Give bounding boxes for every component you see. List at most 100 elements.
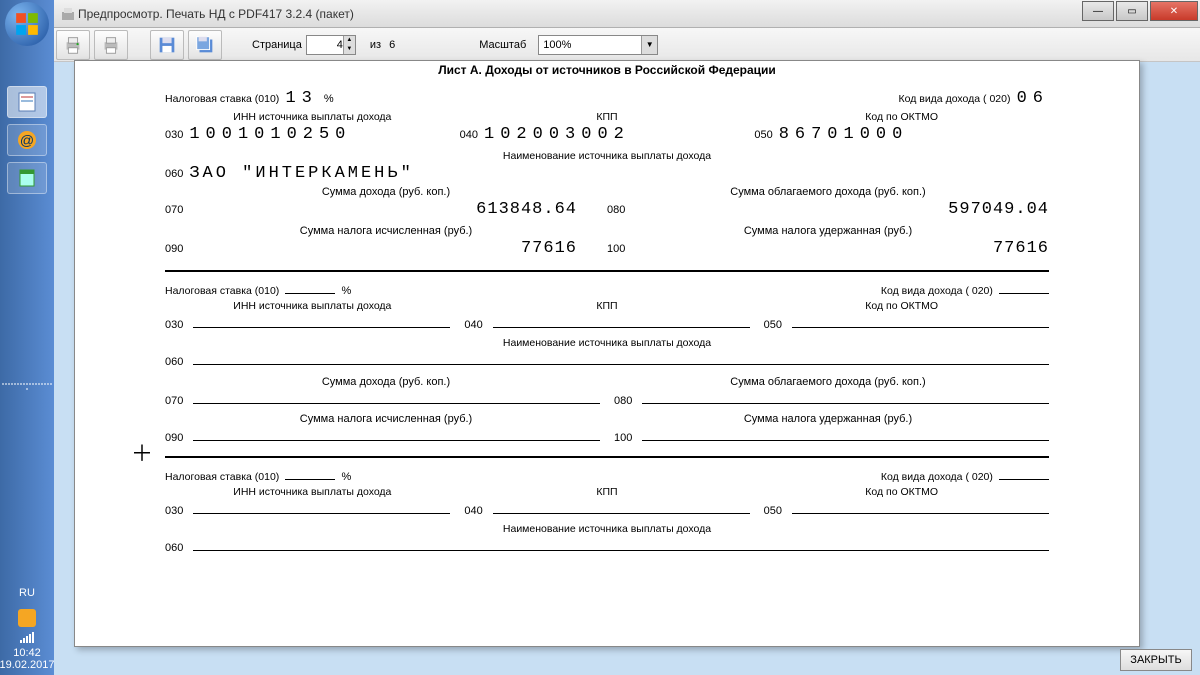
s2-blank-080 [642,390,1049,404]
quick-print-button[interactable] [94,30,128,60]
s2-blank-040 [493,314,750,328]
printer-icon [62,34,84,56]
s2-code-070: 070 [165,395,183,407]
floppy-multi-icon [194,34,216,56]
h-070: Сумма дохода (руб. коп.) [165,186,607,198]
val-070: 613848.64 [476,200,607,219]
s3-code-060: 060 [165,542,183,554]
preview-area: Лист А. Доходы от источников в Российско… [54,62,1200,675]
s3-rate-label: Налоговая ставка (010) [165,471,279,483]
s2-income-code-label: Код вида дохода ( 020) [881,285,993,297]
val-040: 102003002 [484,125,630,144]
rate-label: Налоговая ставка (010) [165,93,279,105]
val-050: 86701000 [779,125,909,144]
save-all-button[interactable] [188,30,222,60]
s2-rate-label: Налоговая ставка (010) [165,285,279,297]
sheet-title: Лист А. Доходы от источников в Российско… [165,63,1049,77]
s3-blank-030 [193,500,450,514]
s3-pct: % [341,471,351,483]
page-spin-down[interactable]: ▼ [343,45,355,54]
app-icon [60,6,76,22]
s2-code-030: 030 [165,319,183,331]
s2-blank-050 [792,314,1049,328]
s2-code-090: 090 [165,432,183,444]
chevron-down-icon[interactable]: ▼ [641,36,657,54]
income-code-value: 06 [1017,89,1049,108]
s2-rate-blank [285,282,335,294]
clock-time[interactable]: 10:42 [13,647,41,659]
task-app-3[interactable] [7,162,47,194]
code-100: 100 [607,243,625,255]
close-preview-button[interactable]: ЗАКРЫТЬ [1120,649,1192,671]
h-oktmo: Код по ОКТМО [754,111,1049,123]
floppy-icon [156,34,178,56]
task-app-1[interactable] [7,86,47,118]
s2-name-label: Наименование источника выплаты дохода [165,337,1049,349]
s2-h-090: Сумма налога исчисленная (руб.) [165,413,607,425]
code-060: 060 [165,168,183,180]
s2-code-100: 100 [614,432,632,444]
s2-h-100: Сумма налога удержанная (руб.) [607,413,1049,425]
s2-blank-060 [193,351,1049,365]
document-page: Лист А. Доходы от источников в Российско… [74,60,1140,647]
code-050: 050 [754,129,772,141]
zoom-select[interactable]: 100% ▼ [538,35,658,55]
val-090: 77616 [521,239,607,258]
svg-text:@: @ [20,132,34,148]
s2-h-070: Сумма дохода (руб. коп.) [165,376,607,388]
s2-blank-070 [193,390,600,404]
s3-blank-060 [193,537,1049,551]
at-icon: @ [15,128,39,152]
tray-icon-1[interactable] [18,609,36,627]
h-inn: ИНН источника выплаты дохода [165,111,460,123]
name-label: Наименование источника выплаты дохода [165,150,1049,162]
cursor-cross-icon: ＋ [131,436,153,468]
close-button[interactable]: ✕ [1150,1,1198,21]
rate-value: 13 [285,89,317,108]
language-indicator[interactable]: RU [0,583,54,603]
task-app-2[interactable]: @ [7,124,47,156]
start-button[interactable] [5,2,49,46]
val-060: ЗАО "ИНТЕРКАМЕНЬ" [189,164,413,183]
page-spin-up[interactable]: ▲ [343,36,355,45]
s3-h-inn: ИНН источника выплаты дохода [165,486,460,498]
tray-handle[interactable] [2,383,52,393]
zoom-value: 100% [543,39,571,51]
s2-blank-090 [193,427,600,441]
s3-code-040: 040 [464,505,482,517]
print-button[interactable] [56,30,90,60]
minimize-button[interactable]: — [1082,1,1114,21]
s3-rate-blank [285,468,335,480]
s3-blank-040 [493,500,750,514]
page-label: Страница [252,39,302,51]
s2-code-080: 080 [614,395,632,407]
section-divider-2 [165,456,1049,458]
clock-date[interactable]: 19.02.2017 [0,659,55,675]
s3-income-code-blank [999,468,1049,480]
code-090: 090 [165,243,183,255]
s2-blank-030 [193,314,450,328]
h-kpp: КПП [460,111,755,123]
s3-h-kpp: КПП [460,486,755,498]
val-100: 77616 [993,239,1049,258]
s2-pct: % [341,285,351,297]
s3-code-050: 050 [764,505,782,517]
s2-h-080: Сумма облагаемого дохода (руб. коп.) [607,376,1049,388]
network-icon[interactable] [15,631,39,643]
window-title: Предпросмотр. Печать НД с PDF417 3.2.4 (… [78,7,354,21]
code-040: 040 [460,129,478,141]
s2-h-kpp: КПП [460,300,755,312]
pct-sign: % [324,93,334,105]
zoom-label: Масштаб [479,39,526,51]
save-button[interactable] [150,30,184,60]
page-number-input[interactable]: 4 ▲▼ [306,35,356,55]
titlebar: Предпросмотр. Печать НД с PDF417 3.2.4 (… [0,0,1200,28]
s2-code-060: 060 [165,356,183,368]
s3-income-code-label: Код вида дохода ( 020) [881,471,993,483]
code-030: 030 [165,129,183,141]
taskbar: @ RU 10:42 19.02.2017 [0,0,54,675]
h-080: Сумма облагаемого дохода (руб. коп.) [607,186,1049,198]
page-total: 6 [389,39,395,51]
maximize-button[interactable]: ▭ [1116,1,1148,21]
s3-code-030: 030 [165,505,183,517]
